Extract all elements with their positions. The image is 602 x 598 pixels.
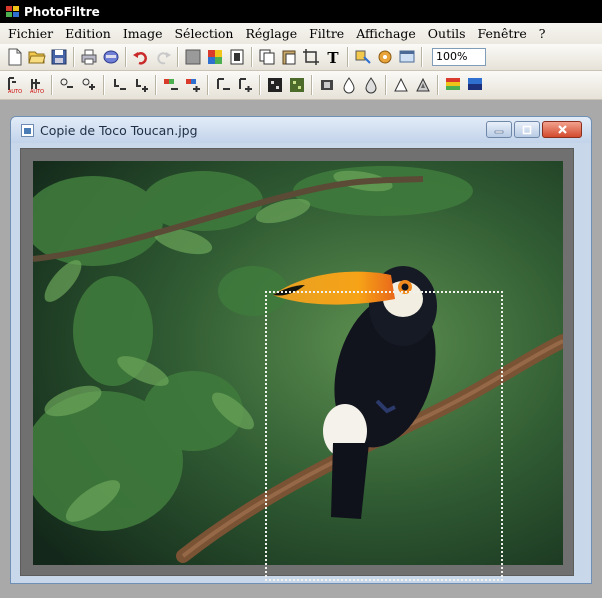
open-folder-icon[interactable] [26, 46, 48, 68]
gamma-up-icon[interactable] [234, 74, 256, 96]
paste-icon[interactable] [278, 46, 300, 68]
filter-emboss-icon[interactable] [316, 74, 338, 96]
undo-icon[interactable] [130, 46, 152, 68]
toolbar-separator [347, 47, 349, 67]
svg-text:AUTO: AUTO [30, 89, 44, 94]
redo-icon[interactable] [152, 46, 174, 68]
toolbar-separator [421, 47, 423, 67]
brightness-up-icon[interactable] [78, 74, 100, 96]
toolbar-separator [437, 75, 439, 95]
text-icon[interactable]: T [322, 46, 344, 68]
toolbar-separator [251, 47, 253, 67]
menu-edition[interactable]: Edition [59, 26, 117, 41]
image-canvas-frame [20, 148, 574, 581]
close-button[interactable] [542, 121, 582, 138]
main-toolbar: T 100% [0, 44, 602, 71]
toolbar-separator [103, 75, 105, 95]
menu-selection[interactable]: Sélection [168, 26, 239, 41]
workspace: Copie de Toco Toucan.jpg [0, 100, 602, 598]
display-icon[interactable] [396, 46, 418, 68]
document-window[interactable]: Copie de Toco Toucan.jpg [10, 116, 592, 584]
toucan-photo[interactable] [33, 161, 563, 565]
toolbar-separator [73, 47, 75, 67]
toolbar-separator [51, 75, 53, 95]
brightness-down-icon[interactable] [56, 74, 78, 96]
menu-outils[interactable]: Outils [422, 26, 472, 41]
crop-icon[interactable] [300, 46, 322, 68]
menu-fichier[interactable]: Fichier [2, 26, 59, 41]
app-title-bar: PhotoFiltre [0, 0, 602, 23]
filter-drop-icon[interactable] [338, 74, 360, 96]
maximize-button[interactable] [514, 121, 540, 138]
document-title: Copie de Toco Toucan.jpg [40, 122, 198, 138]
color-palette-icon[interactable] [204, 46, 226, 68]
copy-icon[interactable] [256, 46, 278, 68]
menu-fenetre[interactable]: Fenêtre [472, 26, 533, 41]
saturation-up-icon[interactable] [182, 74, 204, 96]
menu-help[interactable]: ? [533, 26, 552, 41]
close-icon [557, 125, 567, 134]
minimize-button[interactable] [486, 121, 512, 138]
toolbar-separator [207, 75, 209, 95]
document-title-bar[interactable]: Copie de Toco Toucan.jpg [11, 117, 591, 143]
photofiltre-logo-icon [6, 6, 19, 17]
filter-sharpen-more-icon[interactable] [412, 74, 434, 96]
menu-bar: Fichier Edition Image Sélection Réglage … [0, 23, 602, 44]
maximize-icon [522, 125, 532, 134]
selection-tools-icon[interactable] [352, 46, 374, 68]
menu-affichage[interactable]: Affichage [350, 26, 422, 41]
filter-sharpen-icon[interactable] [286, 74, 308, 96]
filter-drop-alt-icon[interactable] [360, 74, 382, 96]
minimize-icon [494, 130, 504, 133]
scan-icon[interactable] [100, 46, 122, 68]
toolbar-separator [155, 75, 157, 95]
color-swatch-alt-icon[interactable] [464, 74, 486, 96]
plugin-icon[interactable] [374, 46, 396, 68]
auto-levels-icon[interactable]: AUTO [4, 74, 26, 96]
contrast-down-icon[interactable] [108, 74, 130, 96]
image-size-icon[interactable] [226, 46, 248, 68]
gamma-down-icon[interactable] [212, 74, 234, 96]
menu-reglage[interactable]: Réglage [239, 26, 303, 41]
filter-blur-icon[interactable] [264, 74, 286, 96]
new-file-icon[interactable] [4, 46, 26, 68]
toolbar-separator [259, 75, 261, 95]
grayscale-icon[interactable] [182, 46, 204, 68]
toolbar-separator [385, 75, 387, 95]
adjustment-toolbar: AUTO AUTO [0, 71, 602, 100]
menu-image[interactable]: Image [117, 26, 169, 41]
svg-text:T: T [327, 49, 339, 66]
toolbar-separator [311, 75, 313, 95]
print-icon[interactable] [78, 46, 100, 68]
svg-text:AUTO: AUTO [8, 89, 22, 94]
toolbar-separator [125, 47, 127, 67]
filter-sharpen-alt-icon[interactable] [390, 74, 412, 96]
image-file-icon [21, 123, 34, 137]
save-icon[interactable] [48, 46, 70, 68]
zoom-input[interactable]: 100% [432, 48, 486, 66]
contrast-up-icon[interactable] [130, 74, 152, 96]
auto-contrast-icon[interactable]: AUTO [26, 74, 48, 96]
menu-filtre[interactable]: Filtre [303, 26, 350, 41]
color-swatch-icon[interactable] [442, 74, 464, 96]
toolbar-separator [177, 47, 179, 67]
saturation-down-icon[interactable] [160, 74, 182, 96]
app-title: PhotoFiltre [24, 4, 100, 19]
